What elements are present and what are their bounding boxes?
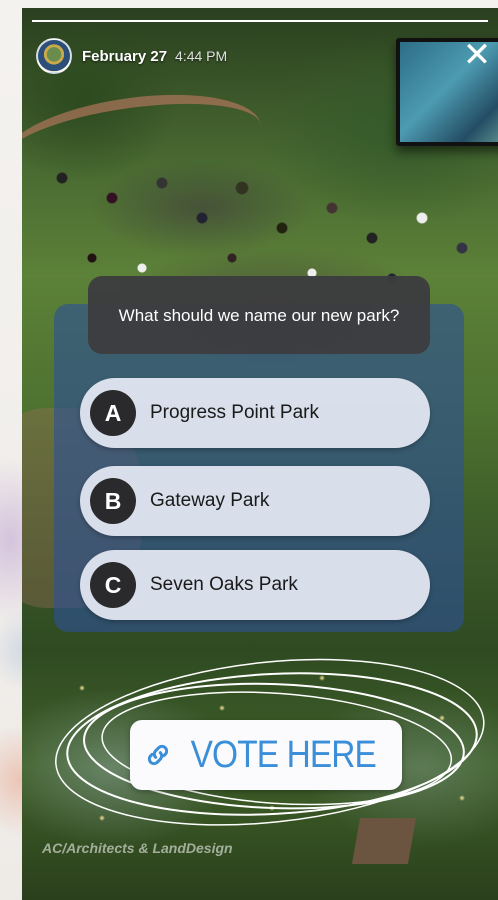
avatar[interactable] [36, 38, 72, 74]
vote-here-link-sticker[interactable]: VOTE HERE [130, 720, 402, 790]
image-credit-watermark: AC/Architects & LandDesign [42, 840, 233, 856]
option-letter-badge: C [90, 562, 136, 608]
option-label: Seven Oaks Park [150, 574, 298, 595]
option-letter-badge: B [90, 478, 136, 524]
story-progress-fill [32, 20, 488, 22]
poll-question: What should we name our new park? [88, 276, 430, 354]
story-progress-bar [32, 20, 488, 22]
poll-option-c[interactable]: C Seven Oaks Park [80, 550, 430, 620]
link-icon [147, 744, 168, 766]
option-label: Progress Point Park [150, 402, 319, 423]
close-icon[interactable]: ✕ [462, 38, 492, 72]
option-label: Gateway Park [150, 490, 270, 511]
vote-here-label: VOTE HERE [190, 733, 376, 776]
story-date: February 27 [82, 47, 168, 65]
poll-option-a[interactable]: A Progress Point Park [80, 378, 430, 448]
poll-question-text: What should we name our new park? [118, 305, 400, 325]
story-header: February 27 4:44 PM [36, 38, 227, 74]
story-time: 4:44 PM [175, 48, 228, 64]
poll-option-b[interactable]: B Gateway Park [80, 466, 430, 536]
story-frame[interactable]: February 27 4:44 PM ✕ What should we nam… [22, 8, 498, 900]
option-letter-badge: A [90, 390, 136, 436]
